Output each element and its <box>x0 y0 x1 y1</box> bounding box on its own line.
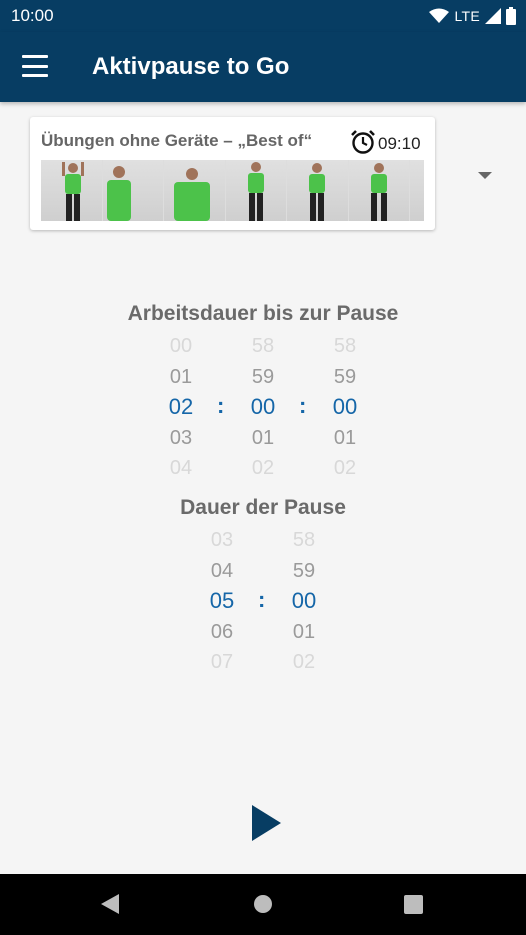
menu-line <box>22 74 48 77</box>
exercise-thumbnail <box>410 160 424 221</box>
picker-value: 59 <box>251 365 275 388</box>
exercise-thumbnail <box>102 160 164 221</box>
signal-icon <box>485 8 501 24</box>
program-duration: 09:10 <box>378 134 421 153</box>
exercise-thumbnail <box>41 160 103 221</box>
status-bar: 10:00 LTE <box>0 0 526 32</box>
work-minutes-picker[interactable]: 58 59 00 01 02 <box>233 331 293 484</box>
break-duration-title: Dauer der Pause <box>180 496 346 519</box>
picker-value: 58 <box>333 335 357 357</box>
picker-selected-value: 00 <box>332 394 358 419</box>
picker-value: 01 <box>251 426 275 449</box>
picker-value: 01 <box>292 620 316 643</box>
exercise-thumbnail <box>164 160 226 221</box>
wifi-icon <box>429 8 450 23</box>
picker-value: 01 <box>169 365 193 388</box>
exercise-thumbnail <box>287 160 349 221</box>
back-triangle-icon[interactable] <box>101 894 119 914</box>
picker-value: 03 <box>169 426 193 449</box>
recents-square-icon[interactable] <box>404 895 423 914</box>
work-seconds-picker[interactable]: 58 59 00 01 02 <box>315 331 375 484</box>
home-circle-icon[interactable] <box>254 895 272 913</box>
break-minutes-picker[interactable]: 03 04 05 06 07 <box>192 525 252 678</box>
picker-value: 02 <box>292 651 316 673</box>
work-duration-title: Arbeitsdauer bis zur Pause <box>127 302 399 325</box>
picker-selected-value: 05 <box>209 588 235 613</box>
picker-selected-value: 00 <box>250 394 276 419</box>
time-separator: : <box>299 393 307 418</box>
picker-selected-value: 02 <box>168 394 194 419</box>
work-hours-picker[interactable]: 00 01 02 03 04 <box>151 331 211 484</box>
picker-value: 01 <box>333 426 357 449</box>
picker-value: 59 <box>292 559 316 582</box>
picker-value: 04 <box>169 457 193 479</box>
picker-value: 03 <box>210 529 234 551</box>
picker-value: 02 <box>251 457 275 479</box>
picker-value: 02 <box>333 457 357 479</box>
picker-value: 59 <box>333 365 357 388</box>
exercise-thumbnails <box>41 160 424 221</box>
picker-value: 58 <box>292 529 316 551</box>
status-icons: LTE <box>429 6 516 26</box>
exercise-thumbnail <box>348 160 410 221</box>
system-nav-bar <box>0 874 526 935</box>
time-separator: : <box>217 393 225 418</box>
app-bar: Aktivpause to Go <box>0 32 526 102</box>
network-type-label: LTE <box>454 8 480 24</box>
time-separator: : <box>258 587 266 612</box>
program-selector-card[interactable]: Übungen ohne Geräte – „Best of“ 09:10 <box>30 117 435 230</box>
battery-icon <box>506 7 516 25</box>
picker-selected-value: 00 <box>291 588 317 613</box>
status-time: 10:00 <box>11 6 54 25</box>
play-icon[interactable] <box>252 805 281 841</box>
dropdown-arrow-icon[interactable] <box>478 172 492 179</box>
menu-line <box>22 64 48 68</box>
hamburger-menu-icon[interactable] <box>22 55 48 77</box>
picker-value: 07 <box>210 651 234 673</box>
picker-value: 58 <box>251 335 275 357</box>
exercise-thumbnail <box>225 160 287 221</box>
break-seconds-picker[interactable]: 58 59 00 01 02 <box>274 525 334 678</box>
picker-value: 06 <box>210 620 234 643</box>
app-title: Aktivpause to Go <box>92 53 290 80</box>
alarm-clock-icon <box>351 130 375 154</box>
program-title: Übungen ohne Geräte – „Best of“ <box>41 131 313 150</box>
picker-value: 04 <box>210 559 234 582</box>
menu-line <box>22 55 48 58</box>
picker-value: 00 <box>169 335 193 357</box>
